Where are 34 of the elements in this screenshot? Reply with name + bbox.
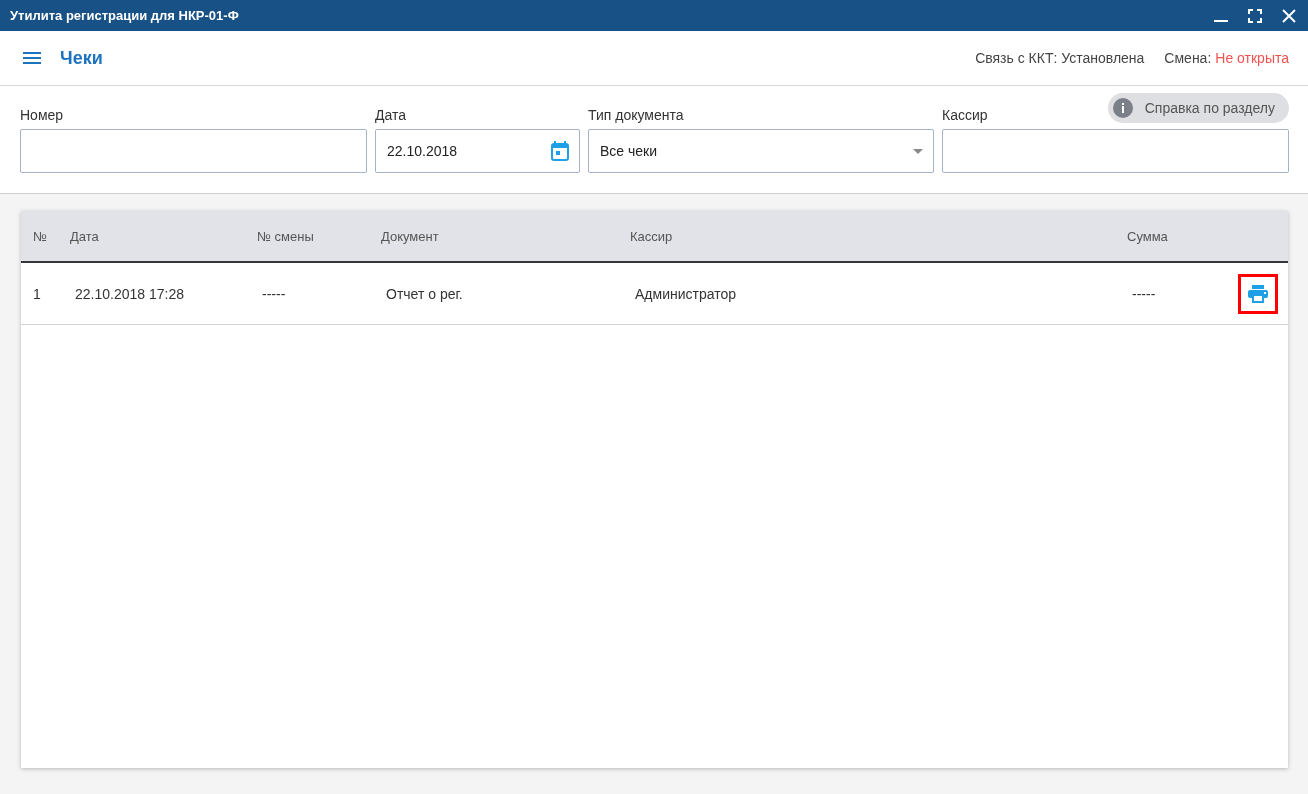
help-button[interactable]: Справка по разделу: [1107, 93, 1289, 123]
input-field[interactable]: [942, 129, 1289, 173]
field-label: Кассир: [942, 107, 988, 123]
column-header: Дата: [70, 228, 100, 244]
table-cell-text: -----: [1131, 285, 1157, 302]
shift-label: Смена:: [1164, 50, 1212, 66]
date-field[interactable]: 22.10.2018: [375, 129, 580, 173]
connection-status: Связь с ККТ: Установлена: [975, 50, 1145, 66]
table-cell-text: -----: [261, 285, 287, 302]
field-label: Дата: [375, 107, 406, 123]
table-cell-text: Отчет о рег.: [385, 285, 464, 302]
column-header: Кассир: [630, 228, 674, 244]
info-icon: [1112, 98, 1133, 118]
shift-status: Не открыта: [1215, 50, 1289, 66]
print-button[interactable]: [1238, 273, 1278, 314]
printer-icon: [1248, 284, 1268, 303]
table-cell-text: 1: [33, 285, 42, 302]
column-header: №: [33, 228, 48, 244]
column-header: Сумма: [1127, 228, 1169, 244]
field-label: Тип документа: [588, 107, 684, 123]
window-title: Утилита регистрации для НКР-01-Ф: [10, 8, 239, 23]
document-type-dropdown[interactable]: Все чеки: [588, 129, 934, 173]
column-header: № смены: [257, 228, 315, 244]
calendar-icon[interactable]: [551, 141, 569, 161]
table-cell-text: 22.10.2018 17:28: [74, 285, 185, 302]
column-header: Документ: [381, 228, 440, 244]
caret-icon: [913, 148, 923, 154]
input-field[interactable]: [20, 129, 367, 173]
table-cell-text: Администратор: [634, 285, 737, 302]
page-title: Чеки: [60, 47, 103, 69]
field-label: Номер: [20, 107, 64, 123]
maximize-icon[interactable]: [1248, 8, 1262, 23]
menu-icon[interactable]: [23, 52, 41, 64]
close-icon[interactable]: [1282, 8, 1296, 23]
